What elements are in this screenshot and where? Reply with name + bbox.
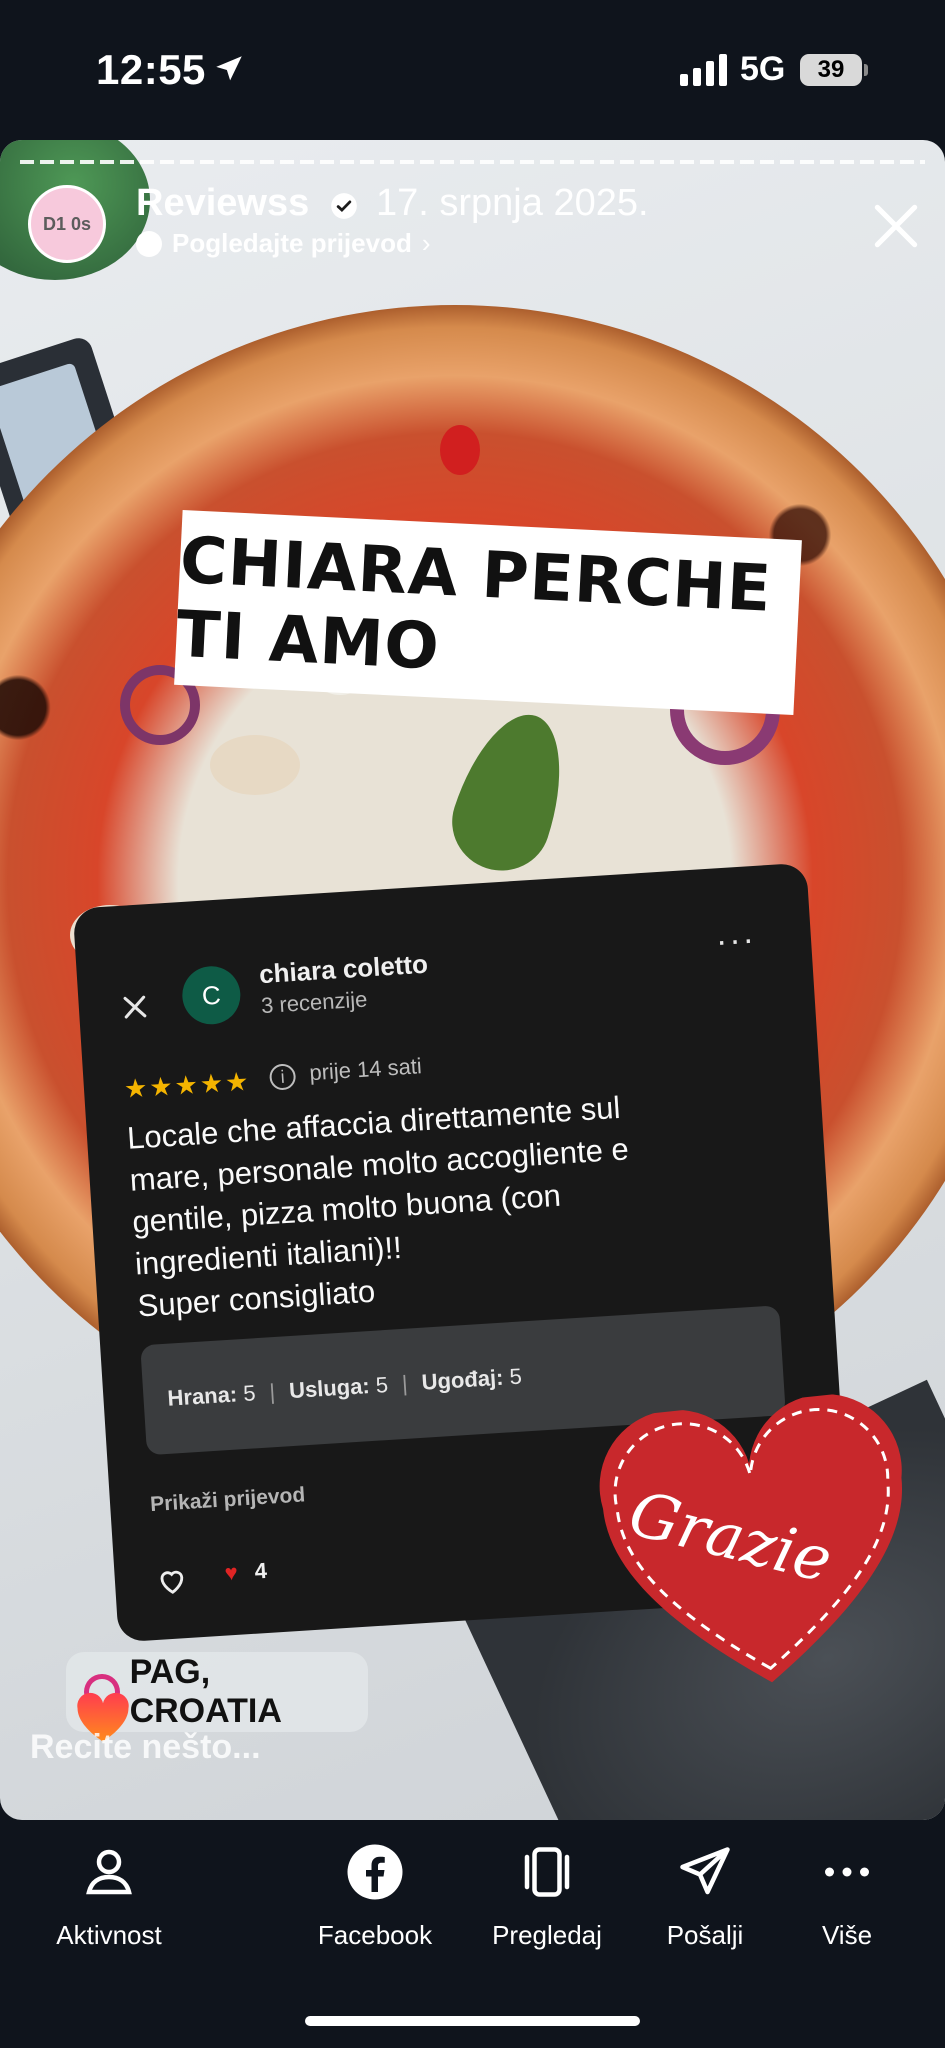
like-heart-icon: ♥ <box>223 1559 239 1586</box>
activity-button[interactable]: Aktivnost <box>24 1842 194 1951</box>
status-bar: 12:55 5G 39 <box>0 0 945 140</box>
network-label: 5G <box>740 50 786 88</box>
review-body: Locale che affaccia direttamente sul mar… <box>126 1078 778 1328</box>
like-count: 4 <box>253 1557 268 1584</box>
bottom-action-bar: Aktivnost Facebook Pregledaj Pošalji Viš… <box>0 1820 945 2048</box>
info-icon: i <box>268 1063 297 1091</box>
rating-value-service: 5 <box>374 1371 389 1398</box>
rating-label-service: Usluga: <box>288 1373 371 1404</box>
send-icon <box>680 1847 730 1895</box>
status-time: 12:55 <box>96 46 206 93</box>
battery-tip <box>864 64 868 76</box>
story-viewer[interactable]: CHIARA PERCHE TI AMO D1 0s Reviewss 17. … <box>0 140 945 1820</box>
rating-separator: | <box>401 1370 409 1397</box>
text-sticker: CHIARA PERCHE TI AMO <box>174 509 802 716</box>
reply-input[interactable]: Recite nešto... <box>30 1728 261 1767</box>
rating-label-atmosphere: Ugođaj: <box>420 1364 505 1395</box>
translate-icon <box>136 230 162 257</box>
rating-value-atmosphere: 5 <box>508 1363 523 1390</box>
reviewer-name: chiara coletto <box>258 948 429 990</box>
facebook-icon <box>347 1844 403 1900</box>
review-time: prije 14 sati <box>308 1053 423 1086</box>
review-stars: ★★★★★ <box>123 1066 252 1104</box>
activity-label: Aktivnost <box>56 1920 162 1950</box>
verified-badge-icon <box>331 193 357 219</box>
rating-label-food: Hrana: <box>166 1381 238 1411</box>
story-progress-bar <box>20 160 925 164</box>
preview-label: Pregledaj <box>492 1920 602 1950</box>
preview-button[interactable]: Pregledaj <box>462 1842 632 1951</box>
story-date: 17. srpnja 2025. <box>376 182 649 224</box>
signal-icon <box>680 54 727 86</box>
review-more-icon: ··· <box>714 919 758 961</box>
location-arrow-icon <box>216 56 242 81</box>
review-close-icon <box>123 995 147 1019</box>
more-label: Više <box>821 1920 873 1950</box>
facebook-button[interactable]: Facebook <box>290 1842 460 1951</box>
more-icon <box>825 1867 869 1877</box>
see-translation-link[interactable]: Pogledajte prijevod › <box>136 228 431 259</box>
more-button[interactable]: Više <box>762 1842 932 1951</box>
reviewer-avatar: C <box>180 964 243 1027</box>
location-label: PAG, CROATIA <box>129 1653 282 1730</box>
preview-icon <box>524 1847 570 1897</box>
battery-level: 39 <box>800 54 862 86</box>
account-name[interactable]: Reviewss <box>136 182 309 225</box>
chevron-right-icon: › <box>421 228 431 258</box>
like-heart-outline-icon <box>160 1570 184 1594</box>
home-indicator[interactable] <box>305 2016 640 2026</box>
see-translation-label: Pogledajte prijevod <box>172 228 412 258</box>
review-show-translation: Prikaži prijevod <box>149 1483 306 1517</box>
close-icon[interactable] <box>868 198 924 254</box>
facebook-label: Facebook <box>317 1920 433 1950</box>
rating-separator: | <box>268 1379 276 1405</box>
reviewer-review-count: 3 recenzije <box>260 986 369 1019</box>
story-header: D1 0s Reviewss 17. srpnja 2025. Pogledaj… <box>0 140 945 270</box>
activity-icon <box>86 1849 132 1895</box>
rating-value-food: 5 <box>242 1380 257 1407</box>
account-avatar[interactable]: D1 0s <box>28 185 106 263</box>
